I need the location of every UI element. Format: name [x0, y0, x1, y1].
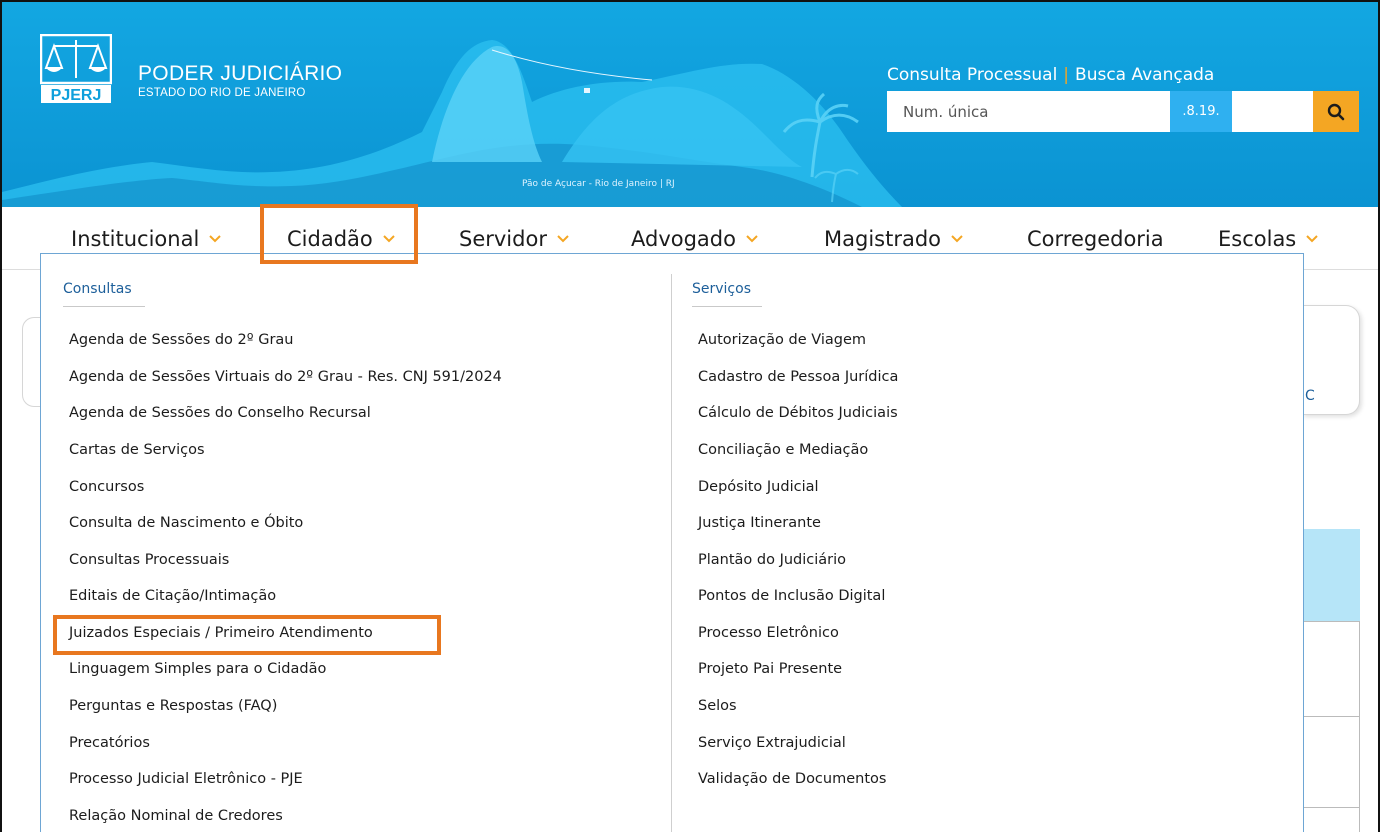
- menu-item-servico-extrajudicial[interactable]: Serviço Extrajudicial: [698, 735, 846, 751]
- link-separator: |: [1063, 65, 1070, 85]
- scales-of-justice-icon: PJERJ: [39, 33, 113, 104]
- menu-item-nascimento-obito[interactable]: Consulta de Nascimento e Óbito: [69, 515, 303, 531]
- menu-item-pje[interactable]: Processo Judicial Eletrônico - PJE: [69, 771, 303, 787]
- chevron-down-icon: [746, 235, 758, 243]
- menu-item-justica-itinerante[interactable]: Justiça Itinerante: [698, 515, 821, 531]
- menu-item-relacao-credores[interactable]: Relação Nominal de Credores: [69, 808, 283, 824]
- menu-item-agenda-sessoes-2-grau[interactable]: Agenda de Sessões do 2º Grau: [69, 332, 293, 348]
- menu-item-pai-presente[interactable]: Projeto Pai Presente: [698, 661, 842, 677]
- background-table-header: [1304, 529, 1360, 621]
- nav-item-institucional[interactable]: Institucional: [71, 227, 222, 251]
- chevron-down-icon: [209, 235, 222, 243]
- menu-item-cartas-de-servicos[interactable]: Cartas de Serviços: [69, 442, 205, 458]
- background-table-row: [1304, 716, 1360, 808]
- process-search-form: .8.19.: [887, 91, 1359, 132]
- menu-item-agenda-sessoes-virtuais[interactable]: Agenda de Sessões Virtuais do 2º Grau - …: [69, 369, 502, 385]
- background-table-row: [1304, 621, 1360, 717]
- column-divider: [671, 274, 672, 832]
- nav-item-label: Escolas: [1218, 227, 1297, 251]
- nav-item-label: Magistrado: [824, 227, 942, 251]
- menu-item-faq[interactable]: Perguntas e Respostas (FAQ): [69, 698, 277, 714]
- process-origin-input[interactable]: [1232, 91, 1313, 132]
- servicos-heading-underline: [692, 306, 762, 307]
- menu-item-processo-eletronico[interactable]: Processo Eletrônico: [698, 625, 839, 641]
- menu-item-deposito-judicial[interactable]: Depósito Judicial: [698, 479, 819, 495]
- nav-item-label: Servidor: [459, 227, 547, 251]
- brand-title: PODER JUDICIÁRIO: [138, 62, 343, 85]
- menu-item-autorizacao-viagem[interactable]: Autorização de Viagem: [698, 332, 866, 348]
- browser-viewport: PJERJ PODER JUDICIÁRIO ESTADO DO RIO DE …: [0, 0, 1380, 832]
- menu-item-editais-citacao[interactable]: Editais de Citação/Intimação: [69, 588, 276, 604]
- busca-avancada-link[interactable]: Busca Avançada: [1075, 65, 1214, 85]
- brand-subtitle: ESTADO DO RIO DE JANEIRO: [138, 87, 306, 99]
- search-icon: [1327, 103, 1345, 120]
- chevron-down-icon: [951, 235, 963, 243]
- highlight-box-cidadao: [260, 204, 418, 264]
- svg-text:PJERJ: PJERJ: [51, 87, 102, 104]
- menu-item-validacao-documentos[interactable]: Validação de Documentos: [698, 771, 886, 787]
- nav-item-label: Corregedoria: [1027, 227, 1164, 251]
- cidadao-dropdown-menu: Consultas Serviços Agenda de Sessões do …: [40, 253, 1304, 832]
- nav-item-magistrado[interactable]: Magistrado: [824, 227, 963, 251]
- nav-item-corregedoria[interactable]: Corregedoria: [1027, 227, 1164, 251]
- process-number-input[interactable]: [887, 91, 1170, 132]
- search-links: Consulta Processual | Busca Avançada: [887, 65, 1214, 85]
- menu-item-conciliacao-mediacao[interactable]: Conciliação e Mediação: [698, 442, 868, 458]
- nav-item-servidor[interactable]: Servidor: [459, 227, 569, 251]
- nav-item-label: Institucional: [71, 227, 200, 251]
- menu-item-consultas-processuais[interactable]: Consultas Processuais: [69, 552, 229, 568]
- menu-item-inclusao-digital[interactable]: Pontos de Inclusão Digital: [698, 588, 885, 604]
- header-image-caption: Pão de Açucar - Rio de Janeiro | RJ: [522, 179, 675, 189]
- menu-item-linguagem-simples[interactable]: Linguagem Simples para o Cidadão: [69, 661, 326, 677]
- chevron-down-icon: [1306, 235, 1318, 243]
- menu-item-calculo-debitos[interactable]: Cálculo de Débitos Judiciais: [698, 405, 898, 421]
- menu-item-selos[interactable]: Selos: [698, 698, 737, 714]
- menu-item-concursos[interactable]: Concursos: [69, 479, 144, 495]
- menu-item-agenda-conselho-recursal[interactable]: Agenda de Sessões do Conselho Recursal: [69, 405, 371, 421]
- consultas-heading-underline: [63, 306, 145, 307]
- site-header: PJERJ PODER JUDICIÁRIO ESTADO DO RIO DE …: [2, 2, 1378, 207]
- background-card-text: C: [1305, 388, 1315, 404]
- consulta-processual-link[interactable]: Consulta Processual: [887, 65, 1057, 85]
- search-button[interactable]: [1313, 91, 1359, 132]
- menu-item-cadastro-pessoa-juridica[interactable]: Cadastro de Pessoa Jurídica: [698, 369, 898, 385]
- process-number-segment: .8.19.: [1170, 91, 1232, 132]
- nav-item-escolas[interactable]: Escolas: [1218, 227, 1318, 251]
- servicos-heading: Serviços: [692, 281, 751, 297]
- highlight-box-juizados: [53, 615, 441, 655]
- pjerj-logo[interactable]: PJERJ: [39, 33, 113, 104]
- nav-item-label: Advogado: [631, 227, 736, 251]
- menu-item-plantao-judiciario[interactable]: Plantão do Judiciário: [698, 552, 846, 568]
- background-card: [22, 317, 40, 407]
- nav-item-advogado[interactable]: Advogado: [631, 227, 758, 251]
- chevron-down-icon: [557, 235, 569, 243]
- consultas-heading: Consultas: [63, 281, 132, 297]
- menu-item-precatorios[interactable]: Precatórios: [69, 735, 150, 751]
- background-table-row: [1304, 807, 1360, 832]
